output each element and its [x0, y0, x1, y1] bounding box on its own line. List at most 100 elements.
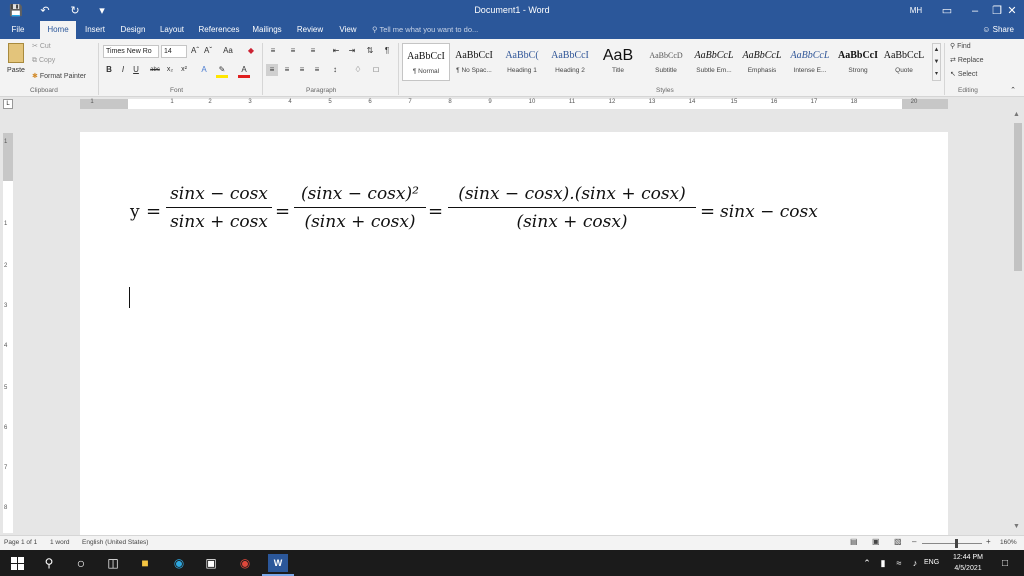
cortana-icon[interactable]: ○: [72, 554, 90, 572]
scroll-down-icon[interactable]: ▼: [1013, 523, 1020, 530]
styles-scroll-icon[interactable]: ▲ ▼ ▾: [932, 43, 941, 81]
italic-button[interactable]: I: [118, 64, 128, 76]
text-effects-icon[interactable]: A: [198, 64, 210, 76]
taskbar-clock[interactable]: 12:44 PM 4/5/2021: [944, 552, 992, 574]
decrease-indent-icon[interactable]: ⇤: [330, 45, 342, 57]
grow-font-icon[interactable]: Aˆ: [190, 45, 200, 57]
zoom-slider[interactable]: [922, 543, 982, 544]
scrollbar-thumb[interactable]: [1014, 123, 1022, 271]
style-item[interactable]: AaBbCcL Quote: [880, 43, 928, 81]
align-left-icon[interactable]: ≡: [266, 64, 278, 76]
shrink-font-icon[interactable]: Aˇ: [203, 45, 213, 57]
style-item[interactable]: AaBbCcL Emphasis: [738, 43, 786, 81]
tab-mailings[interactable]: Mailings: [248, 21, 286, 39]
line-spacing-icon[interactable]: ↕: [328, 64, 342, 76]
style-item[interactable]: AaBbC(Heading 1: [498, 43, 546, 81]
page-count[interactable]: Page 1 of 1: [4, 539, 37, 546]
vertical-ruler-number: 2: [4, 263, 8, 269]
share-button[interactable]: ☺ Share: [982, 21, 1014, 39]
paste-button[interactable]: Paste: [4, 41, 28, 85]
style-preview: AaBbCcI: [455, 50, 493, 61]
edge-icon[interactable]: ◉: [170, 554, 188, 572]
format-painter-button[interactable]: ✱ Format Painter: [32, 72, 86, 80]
ruler-number: 11: [568, 99, 576, 105]
zoom-out-icon[interactable]: –: [912, 537, 916, 546]
style-item[interactable]: AaBbCcI Heading 2: [546, 43, 594, 81]
clear-formatting-icon[interactable]: ◆: [246, 45, 256, 57]
print-layout-icon[interactable]: ▣: [872, 537, 880, 546]
increase-indent-icon[interactable]: ⇥: [346, 45, 358, 57]
task-view-icon[interactable]: ◫: [104, 554, 122, 572]
borders-icon[interactable]: □: [370, 64, 382, 76]
superscript-button[interactable]: x²: [179, 64, 189, 76]
multilevel-list-icon[interactable]: ≡: [306, 45, 320, 57]
subscript-button[interactable]: x₂: [165, 64, 175, 76]
word-count[interactable]: 1 word: [50, 539, 70, 546]
font-color-icon[interactable]: A: [238, 64, 250, 78]
user-initials-badge[interactable]: MH: [902, 0, 930, 21]
horizontal-ruler[interactable]: L 1 1 2 3 4 5 6 7 8 9 10 11 12 13 14 15 16 17 18 20: [0, 97, 1024, 111]
language-status[interactable]: English (United States): [82, 539, 148, 546]
read-mode-icon[interactable]: ▤: [850, 537, 858, 546]
ribbon-display-options-icon[interactable]: ▭: [932, 0, 962, 21]
style-preview: AaBbC(: [505, 50, 539, 61]
input-language[interactable]: ENG: [924, 559, 939, 566]
font-size-input[interactable]: 14: [161, 45, 187, 58]
shading-icon[interactable]: ♢: [352, 64, 364, 76]
highlight-color-icon[interactable]: ✎: [216, 64, 228, 78]
zoom-level[interactable]: 160%: [1000, 539, 1017, 546]
chrome-icon[interactable]: ◉: [236, 554, 254, 572]
zoom-slider-handle[interactable]: [955, 539, 958, 548]
tell-me-box[interactable]: ⚲ Tell me what you want to do...: [372, 21, 478, 39]
tab-references[interactable]: References: [194, 21, 244, 39]
select-button[interactable]: ↖ Select: [950, 70, 977, 78]
search-icon[interactable]: ⚲: [40, 554, 58, 572]
store-icon[interactable]: ▣: [202, 554, 220, 572]
strikethrough-button[interactable]: abc: [148, 64, 162, 76]
underline-button[interactable]: U: [131, 64, 141, 76]
tab-review[interactable]: Review: [292, 21, 328, 39]
style-item[interactable]: AaBbCcI ¶ Normal: [402, 43, 450, 81]
bold-button[interactable]: B: [104, 64, 114, 76]
zoom-in-icon[interactable]: +: [986, 537, 991, 546]
tab-design[interactable]: Design: [116, 21, 150, 39]
copy-button[interactable]: ⧉ Copy: [32, 57, 55, 65]
style-item[interactable]: AaBbCcI Strong: [834, 43, 882, 81]
tab-layout[interactable]: Layout: [156, 21, 188, 39]
change-case-icon[interactable]: Aa: [220, 45, 236, 57]
tab-selector-icon[interactable]: L: [3, 99, 13, 109]
align-right-icon[interactable]: ≡: [296, 64, 308, 76]
styles-group-label: Styles: [656, 87, 674, 94]
align-center-icon[interactable]: ≡: [281, 64, 293, 76]
replace-button[interactable]: ⇄ Replace: [950, 56, 984, 64]
web-layout-icon[interactable]: ▧: [894, 537, 902, 546]
style-item[interactable]: AaBbCcD Subtitle: [642, 43, 690, 81]
style-item[interactable]: AaBbCcL Subtle Em...: [690, 43, 738, 81]
tab-insert[interactable]: Insert: [80, 21, 110, 39]
style-item[interactable]: AaBbCcL Intense E...: [786, 43, 834, 81]
scroll-up-icon[interactable]: ▲: [1013, 111, 1020, 118]
style-item[interactable]: AaBbCcI ¶ No Spac...: [450, 43, 498, 81]
close-button[interactable]: ✕: [1000, 0, 1024, 21]
numbering-icon[interactable]: ≡: [286, 45, 300, 57]
justify-icon[interactable]: ≡: [311, 64, 323, 76]
style-preview: AaBbCcI: [551, 50, 589, 61]
word-app-icon[interactable]: W: [268, 554, 288, 572]
tab-file[interactable]: File: [4, 21, 32, 39]
sort-icon[interactable]: ⇅: [364, 45, 376, 57]
document-page[interactable]: y = sinx − cosx sinx + cosx = (sinx − co…: [80, 132, 948, 535]
cut-button[interactable]: ✂ Cut: [32, 42, 51, 50]
tab-home[interactable]: Home: [40, 21, 76, 39]
pilcrow-icon[interactable]: ¶: [382, 45, 392, 57]
vertical-scrollbar[interactable]: ▲ ▼: [1011, 111, 1024, 535]
volume-icon[interactable]: ♪: [906, 554, 924, 572]
bullets-icon[interactable]: ≡: [266, 45, 280, 57]
notifications-icon[interactable]: □: [996, 554, 1014, 572]
font-name-input[interactable]: Times New Ro: [103, 45, 159, 58]
file-explorer-icon[interactable]: ■: [136, 554, 154, 572]
collapse-ribbon-icon[interactable]: ⌃: [1008, 85, 1018, 97]
windows-start-icon[interactable]: [8, 554, 26, 572]
style-item[interactable]: AaB Title: [594, 43, 642, 81]
find-button[interactable]: ⚲ Find: [950, 42, 971, 50]
tab-view[interactable]: View: [334, 21, 362, 39]
